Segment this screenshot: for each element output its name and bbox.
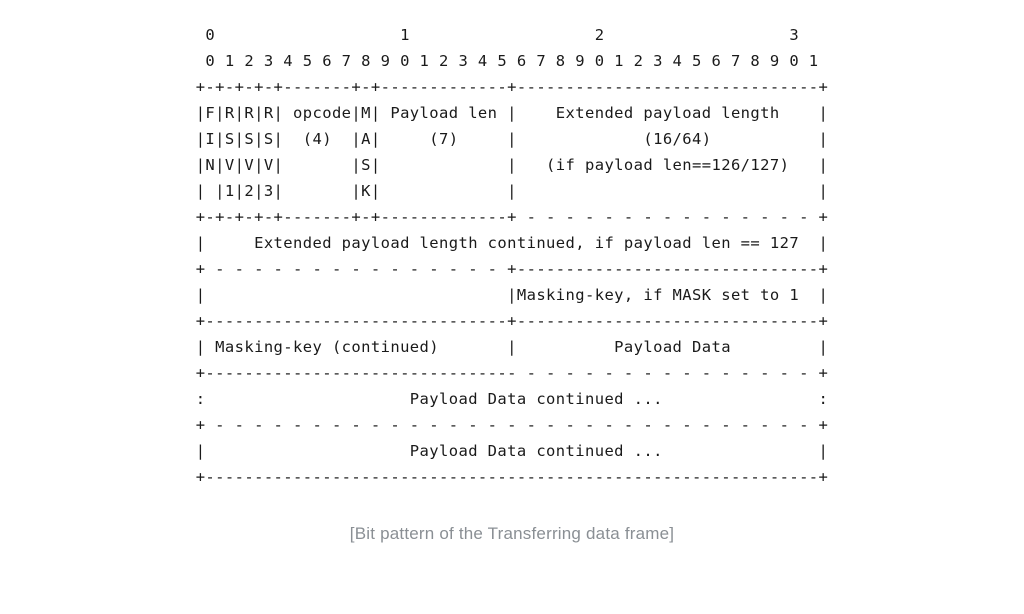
diagram-caption: [Bit pattern of the Transferring data fr… <box>0 524 1024 544</box>
frame-bit-diagram: 0 1 2 3 0 1 2 3 4 5 6 7 8 9 0 1 2 3 4 5 … <box>196 22 829 490</box>
